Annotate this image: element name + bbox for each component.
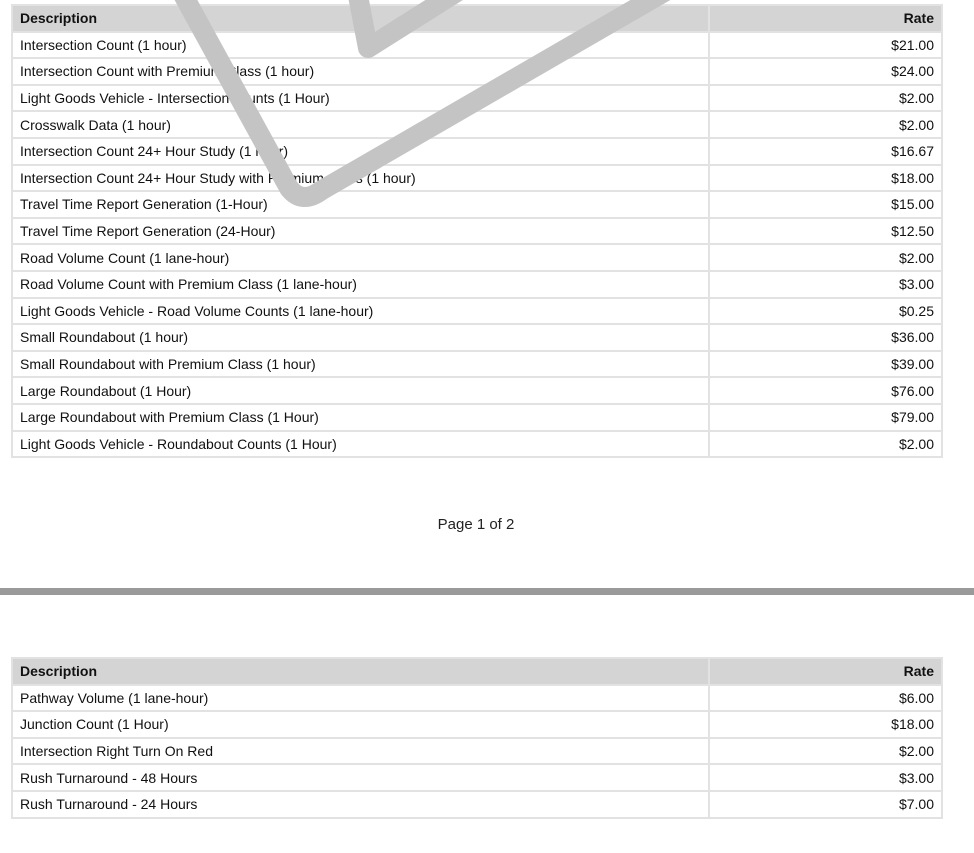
service-description: Light Goods Vehicle - Road Volume Counts… (11, 296, 710, 326)
service-rate: $79.00 (708, 402, 943, 432)
service-rate: $2.00 (708, 83, 943, 113)
rates-table-page-1: Description Rate Intersection Count (1 h… (11, 4, 943, 459)
service-rate: $15.00 (708, 190, 943, 219)
service-description: Intersection Count 24+ Hour Study (1 hou… (11, 136, 710, 166)
service-description: Small Roundabout (1 hour) (11, 323, 710, 352)
table-row: Intersection Count with Premium Class (1… (11, 57, 943, 86)
service-description: Light Goods Vehicle - Roundabout Counts … (11, 429, 710, 459)
table-row: Large Roundabout (1 Hour) $76.00 (11, 376, 943, 405)
table-row: Crosswalk Data (1 hour) $2.00 (11, 110, 943, 139)
service-rate: $2.00 (708, 110, 943, 139)
page-divider (0, 588, 974, 595)
service-description: Rush Turnaround - 24 Hours (11, 789, 710, 819)
rate-column-header: Rate (708, 657, 943, 686)
service-rate: $2.00 (708, 243, 943, 272)
service-rate: $12.50 (708, 216, 943, 246)
service-rate: $7.00 (708, 789, 943, 819)
service-rate: $39.00 (708, 349, 943, 379)
description-column-header: Description (11, 657, 710, 686)
service-rate: $2.00 (708, 736, 943, 766)
service-description: Intersection Count 24+ Hour Study with P… (11, 163, 710, 193)
service-description: Junction Count (1 Hour) (11, 710, 710, 739)
table-row: Rush Turnaround - 48 Hours $3.00 (11, 763, 943, 792)
table-header-row: Description Rate (11, 4, 943, 33)
table-row: Rush Turnaround - 24 Hours $7.00 (11, 789, 943, 819)
table-row: Road Volume Count with Premium Class (1 … (11, 269, 943, 299)
service-rate: $3.00 (708, 763, 943, 792)
rates-table-page-2: Description Rate Pathway Volume (1 lane-… (11, 657, 943, 819)
table-row: Intersection Right Turn On Red $2.00 (11, 736, 943, 766)
table-row: Intersection Count 24+ Hour Study (1 hou… (11, 136, 943, 166)
table-row: Road Volume Count (1 lane-hour) $2.00 (11, 243, 943, 272)
service-rate: $3.00 (708, 269, 943, 299)
service-rate: $36.00 (708, 323, 943, 352)
service-description: Travel Time Report Generation (1-Hour) (11, 190, 710, 219)
service-description: Road Volume Count (1 lane-hour) (11, 243, 710, 272)
rate-column-header: Rate (708, 4, 943, 33)
table-row: Travel Time Report Generation (1-Hour) $1… (11, 190, 943, 219)
service-rate: $18.00 (708, 163, 943, 193)
service-rate: $18.00 (708, 710, 943, 739)
service-rate: $6.00 (708, 683, 943, 713)
page-number: Page 1 of 2 (437, 516, 515, 533)
table-row: Pathway Volume (1 lane-hour) $6.00 (11, 683, 943, 713)
table-row: Travel Time Report Generation (24-Hour) $… (11, 216, 943, 246)
table-row: Light Goods Vehicle - Road Volume Counts… (11, 296, 943, 326)
service-description: Crosswalk Data (1 hour) (11, 110, 710, 139)
table-row: Junction Count (1 Hour) $18.00 (11, 710, 943, 739)
service-description: Intersection Count with Premium Class (1… (11, 57, 710, 86)
table-row: Intersection Count (1 hour) $21.00 (11, 30, 943, 60)
service-description: Travel Time Report Generation (24-Hour) (11, 216, 710, 246)
description-column-header: Description (11, 4, 710, 33)
service-description: Large Roundabout (1 Hour) (11, 376, 710, 405)
service-description: Rush Turnaround - 48 Hours (11, 763, 710, 792)
table-row: Small Roundabout with Premium Class (1 h… (11, 349, 943, 379)
table-row: Large Roundabout with Premium Class (1 H… (11, 402, 943, 432)
service-rate: $0.25 (708, 296, 943, 326)
service-description: Intersection Right Turn On Red (11, 736, 710, 766)
service-rate: $76.00 (708, 376, 943, 405)
service-rate: $24.00 (708, 57, 943, 86)
service-description: Light Goods Vehicle - Intersection count… (11, 83, 710, 113)
service-description: Pathway Volume (1 lane-hour) (11, 683, 710, 713)
service-description: Road Volume Count with Premium Class (1 … (11, 269, 710, 299)
service-rate: $21.00 (708, 30, 943, 60)
service-rate: $16.67 (708, 136, 943, 166)
table-row: Light Goods Vehicle - Roundabout Counts … (11, 429, 943, 459)
service-rate: $2.00 (708, 429, 943, 459)
service-description: Small Roundabout with Premium Class (1 h… (11, 349, 710, 379)
table-row: Small Roundabout (1 hour) $36.00 (11, 323, 943, 352)
service-description: Intersection Count (1 hour) (11, 30, 710, 60)
service-description: Large Roundabout with Premium Class (1 H… (11, 402, 710, 432)
table-header-row: Description Rate (11, 657, 943, 686)
table-row: Light Goods Vehicle - Intersection count… (11, 83, 943, 113)
table-row: Intersection Count 24+ Hour Study with P… (11, 163, 943, 193)
